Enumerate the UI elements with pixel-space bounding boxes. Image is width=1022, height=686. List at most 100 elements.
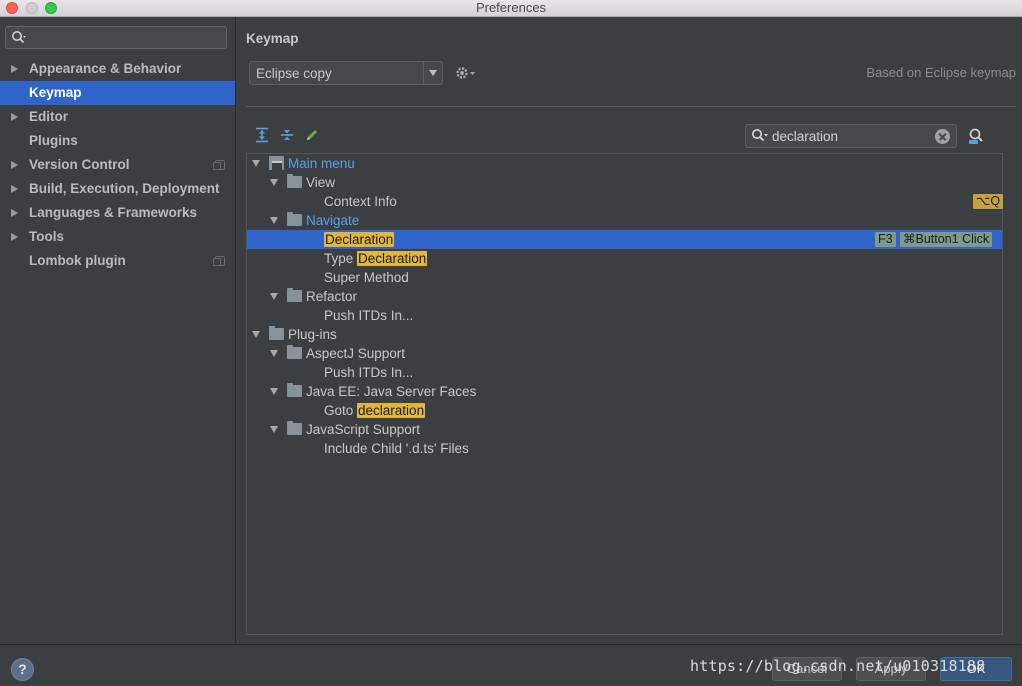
sidebar-item-label: Keymap [29, 85, 82, 100]
expand-arrow-icon[interactable] [270, 388, 278, 395]
search-icon [12, 31, 26, 44]
edit-shortcut-icon[interactable] [304, 127, 320, 143]
tree-row-navigate[interactable]: Navigate [247, 211, 1002, 230]
keymap-scheme-value: Eclipse copy [256, 66, 332, 81]
expand-arrow-icon[interactable] [252, 331, 260, 338]
expand-arrow-icon[interactable] [11, 113, 18, 121]
expand-arrow-icon[interactable] [270, 179, 278, 186]
search-icon [752, 129, 768, 142]
tree-row-java-ee-jsf[interactable]: Java EE: Java Server Faces [247, 382, 1002, 401]
dialog-footer: ? Cancel Apply OK https://blog.csdn.net/… [0, 644, 1022, 686]
tree-row-aspectj-support[interactable]: AspectJ Support [247, 344, 1002, 363]
title-bar: Preferences [0, 0, 1022, 17]
project-settings-icon [213, 160, 225, 170]
expand-arrow-icon[interactable] [270, 217, 278, 224]
tree-row-label: Plug-ins [288, 327, 337, 342]
expand-arrow-icon[interactable] [270, 426, 278, 433]
folder-icon [287, 383, 302, 397]
sidebar-item-label: Editor [29, 109, 68, 124]
tree-row-context-info[interactable]: Context Info ⌥Q [247, 192, 1004, 211]
sidebar-item-version-control[interactable]: Version Control [0, 153, 235, 177]
clear-search-icon[interactable] [935, 129, 950, 144]
tree-row-javascript-support[interactable]: JavaScript Support [247, 420, 1002, 439]
sidebar-item-keymap[interactable]: Keymap [0, 81, 235, 105]
window-title: Preferences [475, 0, 547, 15]
expand-arrow-icon[interactable] [270, 350, 278, 357]
divider [246, 106, 1016, 107]
tree-row-declaration[interactable]: Declaration F3 ⌘Button1 Click [247, 230, 1002, 249]
sidebar-item-label: Build, Execution, Deployment [29, 181, 220, 196]
tree-row-label: Include Child '.d.ts' Files [324, 441, 469, 456]
sidebar-item-label: Tools [29, 229, 64, 244]
sidebar-item-build-execution-deployment[interactable]: Build, Execution, Deployment [0, 177, 235, 201]
action-search-input[interactable]: declaration [745, 124, 957, 148]
collapse-all-icon[interactable] [279, 127, 295, 143]
sidebar-item-editor[interactable]: Editor [0, 105, 235, 129]
shortcut-badge: ⌥Q [973, 194, 1004, 209]
page-title: Keymap [246, 31, 299, 46]
expand-arrow-icon[interactable] [270, 293, 278, 300]
tree-row-view[interactable]: View [247, 173, 1002, 192]
based-on-label: Based on Eclipse keymap [866, 65, 1016, 80]
tree-row-label: Java EE: Java Server Faces [306, 384, 477, 399]
tree-row-push-itds-in[interactable]: Push ITDs In... [247, 363, 1002, 382]
tree-row-label: Push ITDs In... [324, 308, 414, 323]
tree-row-label: Context Info [324, 194, 397, 209]
sidebar-item-tools[interactable]: Tools [0, 225, 235, 249]
sidebar-item-label: Version Control [29, 157, 130, 172]
tree-row-label: Main menu [288, 156, 355, 171]
tree-row-label: Super Method [324, 270, 409, 285]
tree-row-label: Refactor [306, 289, 358, 304]
expand-arrow-icon[interactable] [252, 160, 260, 167]
sidebar-item-label: Plugins [29, 133, 78, 148]
folder-icon [287, 345, 302, 359]
expand-all-icon[interactable] [254, 127, 270, 143]
watermark-text: https://blog.csdn.net/u010318188 [690, 657, 986, 675]
tree-row-label: Push ITDs In... [324, 365, 414, 380]
tree-row-label: Type Declaration [324, 249, 428, 268]
find-by-shortcut-icon[interactable] [967, 127, 985, 145]
expand-arrow-icon[interactable] [11, 209, 18, 217]
folder-icon [287, 288, 302, 302]
tree-row-label: JavaScript Support [306, 422, 421, 437]
sidebar-item-lombok-plugin[interactable]: Lombok plugin [0, 249, 235, 273]
folder-icon [269, 326, 284, 340]
tree-row-label: View [306, 175, 336, 190]
expand-arrow-icon[interactable] [11, 161, 18, 169]
action-search-value: declaration [772, 129, 839, 144]
search-match-highlight: declaration [357, 403, 426, 418]
tree-row-plug-ins[interactable]: Plug-ins [247, 325, 1002, 344]
tree-row-prefix: Type [324, 251, 358, 266]
expand-arrow-icon[interactable] [11, 65, 18, 73]
sidebar-item-label: Appearance & Behavior [29, 61, 182, 76]
tree-row-main-menu[interactable]: Main menu [247, 154, 1002, 173]
sidebar-item-languages-frameworks[interactable]: Languages & Frameworks [0, 201, 235, 225]
tree-row-refactor[interactable]: Refactor [247, 287, 1002, 306]
gear-icon[interactable] [454, 65, 478, 81]
folder-icon [287, 212, 302, 226]
chevron-down-icon[interactable] [423, 62, 442, 84]
settings-search-input[interactable] [5, 26, 227, 49]
tree-row-label: AspectJ Support [306, 346, 406, 361]
sidebar-item-appearance-behavior[interactable]: Appearance & Behavior [0, 57, 235, 81]
help-button[interactable]: ? [11, 658, 34, 681]
tree-row-prefix: Goto [324, 403, 358, 418]
tree-row-label: Navigate [306, 213, 360, 228]
tree-row-include-child-dts[interactable]: Include Child '.d.ts' Files [247, 439, 1002, 458]
expand-arrow-icon[interactable] [11, 185, 18, 193]
keymap-scheme-select[interactable]: Eclipse copy [249, 61, 443, 85]
project-settings-icon [213, 256, 225, 266]
tree-row-super-method[interactable]: Super Method [247, 268, 1002, 287]
settings-sidebar: Appearance & Behavior Keymap Editor Plug… [0, 17, 236, 644]
tree-row-push-itds-in[interactable]: Push ITDs In... [247, 306, 1002, 325]
expand-arrow-icon[interactable] [11, 233, 18, 241]
sidebar-item-label: Lombok plugin [29, 253, 126, 268]
sidebar-item-label: Languages & Frameworks [29, 205, 198, 220]
sidebar-item-plugins[interactable]: Plugins [0, 129, 235, 153]
tree-row-goto-declaration[interactable]: Goto declaration [247, 401, 1002, 420]
tree-row-label: Goto declaration [324, 401, 426, 420]
main-menu-icon [269, 156, 284, 170]
tree-row-type-declaration[interactable]: Type Declaration [247, 249, 1002, 268]
keymap-panel: Keymap Eclipse copy Based on Eclipse key… [236, 17, 1022, 644]
shortcut-badge: ⌘Button1 Click [900, 232, 993, 247]
